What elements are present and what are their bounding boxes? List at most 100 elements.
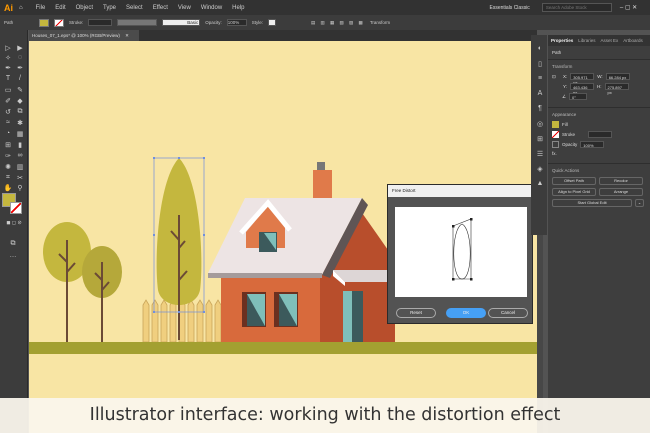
search-stock-input[interactable]: Search Adobe Stock — [541, 3, 612, 12]
offset-path-button[interactable]: Offset Path — [552, 177, 596, 185]
distort-preview-shape — [452, 218, 473, 281]
menu-window[interactable]: Window — [201, 5, 222, 11]
type-tool-icon[interactable]: T — [3, 75, 13, 82]
tab-properties[interactable]: Properties — [551, 38, 573, 43]
fill-swatch[interactable] — [39, 18, 49, 27]
cancel-button[interactable]: Cancel — [488, 308, 528, 318]
screen-mode-icon[interactable]: ⧉ — [8, 240, 18, 248]
puppet-warp-icon[interactable]: ✱ — [15, 119, 25, 127]
variable-width-profile[interactable] — [117, 19, 158, 26]
fx-button[interactable]: fx. — [552, 151, 557, 156]
more-tools-icon[interactable]: … — [8, 252, 18, 259]
gradient-icon[interactable]: ▮ — [15, 141, 25, 149]
lasso-icon[interactable]: ◌ — [15, 54, 25, 61]
w-input[interactable]: 66.284 px — [605, 73, 630, 80]
menu-select[interactable]: Select — [126, 5, 143, 11]
draw-mode-icons[interactable]: ◼ ◻ ⊘ — [2, 220, 26, 226]
rotate-icon: ∠ — [562, 93, 567, 99]
y-label: Y: — [563, 84, 568, 89]
distort-preview[interactable] — [395, 207, 527, 297]
y-input[interactable]: 463.436 px — [570, 83, 595, 95]
perspective-grid-icon[interactable]: ▦ — [15, 130, 25, 138]
menu-view[interactable]: View — [178, 5, 191, 11]
scale-icon[interactable]: ⧉ — [15, 108, 25, 116]
workspace-switcher[interactable]: Essentials Classic — [490, 5, 530, 11]
panel-icon[interactable]: ◐ — [535, 45, 545, 52]
shape-builder-icon[interactable]: ◔ — [3, 130, 13, 137]
curvature-icon[interactable]: ✒ — [15, 64, 25, 72]
panel-icon[interactable]: ☰ — [535, 150, 545, 158]
reference-point-icon[interactable]: ⊡ — [552, 74, 560, 80]
h-input[interactable]: 275.897 px — [604, 83, 629, 95]
zoom-tool-icon[interactable]: ⚲ — [15, 184, 25, 192]
menu-bar: Ai ⌂ File Edit Object Type Select Effect… — [0, 0, 650, 15]
document-tab[interactable]: Houses_07_1.eps* @ 100% (RGB/Preview) ✕ — [29, 30, 139, 41]
eyedropper-icon[interactable]: ✑ — [3, 152, 13, 160]
artboard-tool-icon[interactable]: ⌗ — [3, 174, 13, 182]
arrange-button[interactable]: Arrange — [599, 188, 643, 196]
ok-button[interactable]: OK — [446, 308, 486, 318]
direct-selection-tool-icon[interactable]: ▶ — [15, 44, 25, 52]
rotate-input[interactable]: 0° — [569, 93, 588, 100]
stroke-swatch-none[interactable] — [54, 18, 64, 27]
tab-asset-export[interactable]: Asset Ex — [601, 38, 619, 43]
hand-tool-icon[interactable]: ✋ — [3, 184, 13, 192]
panel-icon[interactable]: ≡ — [535, 75, 545, 82]
stroke-label[interactable]: Stroke — [562, 132, 575, 137]
panel-icon[interactable]: ⊞ — [535, 135, 545, 143]
stroke-weight-input[interactable] — [588, 131, 613, 138]
stroke-color-swatch[interactable] — [10, 202, 22, 214]
panel-icon[interactable]: A — [535, 90, 545, 97]
align-pixel-grid-button[interactable]: Align to Pixel Grid — [552, 188, 596, 196]
symbol-sprayer-icon[interactable]: ✺ — [3, 163, 13, 171]
rectangle-tool-icon[interactable]: ▭ — [3, 86, 13, 94]
tab-libraries[interactable]: Libraries — [578, 38, 595, 43]
pen-tool-icon[interactable]: ✒ — [3, 64, 13, 72]
paintbrush-icon[interactable]: ✎ — [15, 86, 25, 94]
h-label: H: — [597, 84, 602, 89]
style-swatch[interactable] — [268, 19, 277, 26]
rotate-icon[interactable]: ↺ — [3, 108, 13, 116]
window-controls[interactable]: – ▢ ✕ — [620, 4, 637, 11]
home-icon[interactable]: ⌂ — [19, 5, 23, 11]
menu-effect[interactable]: Effect — [153, 5, 168, 11]
selection-tool-icon[interactable]: ▷ — [3, 44, 13, 52]
panel-icon[interactable]: ◎ — [535, 120, 545, 128]
panel-icon[interactable]: ¶ — [535, 105, 545, 112]
menu-type[interactable]: Type — [103, 5, 116, 11]
global-edit-dropdown[interactable]: ⌄ — [635, 199, 644, 207]
slice-tool-icon[interactable]: ✂ — [15, 174, 25, 182]
mesh-icon[interactable]: ⊞ — [3, 141, 13, 149]
recolor-button[interactable]: Recolor — [599, 177, 643, 185]
blend-icon[interactable]: ∞ — [15, 152, 25, 159]
menu-file[interactable]: File — [36, 5, 46, 11]
panel-icon[interactable]: ▯ — [535, 60, 545, 68]
eraser-icon[interactable]: ◆ — [15, 97, 25, 105]
panel-icon[interactable]: ◈ — [535, 165, 545, 173]
opacity-label[interactable]: Opacity — [562, 142, 577, 147]
stroke-swatch[interactable] — [552, 131, 559, 138]
start-global-edit-button[interactable]: Start Global Edit — [552, 199, 632, 207]
align-icons[interactable]: ▤ ▥ ▦ ▧ ▨ ▩ — [311, 20, 365, 26]
close-tab-icon[interactable]: ✕ — [125, 33, 129, 38]
tab-artboards[interactable]: Artboards — [623, 38, 643, 43]
menu-object[interactable]: Object — [76, 5, 93, 11]
ground — [29, 342, 537, 354]
fill-swatch[interactable] — [552, 121, 559, 128]
opacity-input[interactable]: 100% — [226, 19, 247, 26]
graph-tool-icon[interactable]: ▥ — [15, 163, 25, 171]
tools-panel: ▷ ▶ ✧ ◌ ✒ ✒ T / ▭ ✎ ✐ ◆ ↺ ⧉ ≈ ✱ ◔ ▦ ⊞ ▮ … — [0, 30, 28, 433]
x-input[interactable]: 305.971 px — [570, 73, 595, 85]
menu-help[interactable]: Help — [232, 5, 244, 11]
menu-edit[interactable]: Edit — [55, 5, 65, 11]
opacity-input[interactable]: 100% — [580, 141, 605, 148]
line-tool-icon[interactable]: / — [15, 75, 25, 82]
shaper-icon[interactable]: ✐ — [3, 97, 13, 105]
magic-wand-icon[interactable]: ✧ — [3, 54, 13, 62]
warp-icon[interactable]: ≈ — [3, 119, 13, 126]
stroke-weight-input[interactable] — [88, 19, 113, 26]
brush-definition[interactable]: Basic — [162, 19, 201, 26]
reset-button[interactable]: Reset — [396, 308, 436, 318]
panel-icon[interactable]: ▲ — [535, 180, 545, 187]
transform-button[interactable]: Transform — [370, 20, 390, 25]
